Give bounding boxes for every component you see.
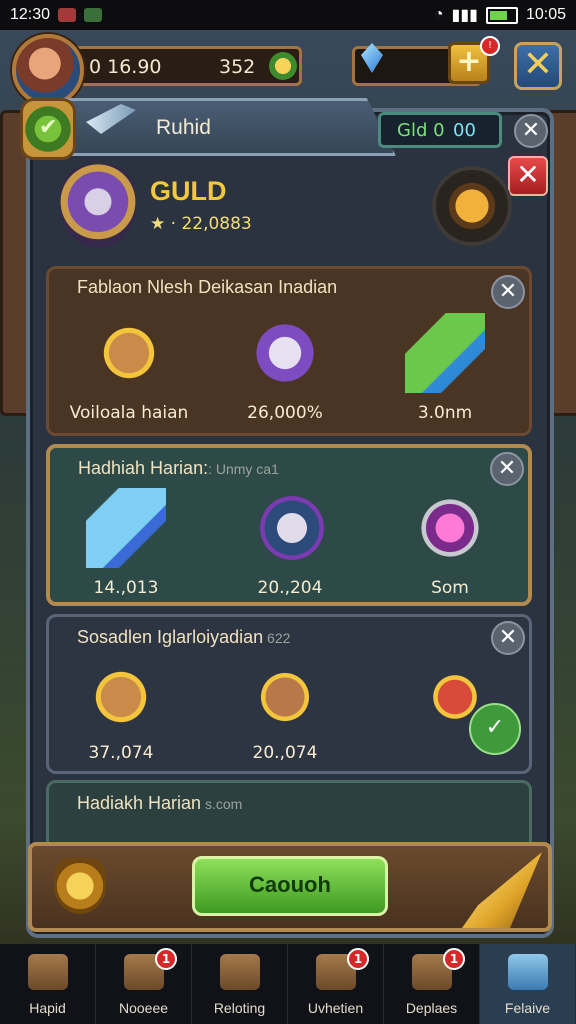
close-icon[interactable]: ✕ [514,42,562,90]
close-panel-button[interactable]: ✕ [514,114,548,148]
panel-title-tab [30,98,396,156]
reward-value: Voiloala haian [69,403,189,423]
reward-section-2: Hadhiah Harian:: Unmy ca1 ✕ 14.,013 20.,… [46,444,532,606]
reward-section-1: Fablaon Nlesh Deikasan Inadian ✕ Voiloal… [46,266,532,436]
reward-value: 20.,074 [252,743,318,763]
status-clock: 10:05 [525,6,566,23]
battery-icon [485,6,518,24]
plus-badge: ! [480,36,500,56]
resource-header: 0 16.90 352 + ! ✕ [0,30,576,106]
bottom-nav: Hapid 1 Nooeee Reloting 1 Uvhetien 1 Dep… [0,944,576,1024]
gem-icon [361,43,383,73]
crystal-icon[interactable] [86,488,166,568]
gold-value: 00 [453,120,476,141]
wizard-cat-icon[interactable] [252,488,332,568]
section-title: Hadhiah Harian:: Unmy ca1 [78,458,279,478]
fox-coin-icon[interactable] [81,657,161,737]
nav-item-guild[interactable]: Felaive [480,944,576,1024]
currency-b-value: 352 [219,56,256,78]
reward-value: 20.,204 [257,578,323,598]
nav-item-ranking[interactable]: Reloting [192,944,288,1024]
green-coin-icon [269,52,297,80]
nav-badge: 1 [347,948,369,970]
castle-icon [507,954,548,990]
panel-title: Ruhid [156,116,211,139]
nav-badge: 1 [155,948,177,970]
guild-stat: ★ · 22,0883 [150,214,252,234]
reward-value: 14.,013 [93,578,159,598]
fox-badge-icon[interactable] [245,657,325,737]
house-icon [27,954,68,990]
section-close-button[interactable]: ✕ [491,621,525,655]
close-red-button[interactable]: ✕ [508,156,548,196]
reward-section-4: Hadiakh Harian s.com [46,780,532,850]
section-title: Hadiakh Harian s.com [77,793,243,813]
currency-bar: 0 16.90 352 [70,46,302,86]
shield-icon [54,858,106,914]
nav-item-home[interactable]: Hapid [0,944,96,1024]
gem-frame-icon[interactable] [410,488,490,568]
potion-icon[interactable] [405,313,485,393]
guild-emblem-icon [60,164,136,248]
gold-counter: Gld 0 00 [378,112,502,148]
nav-item-deploy[interactable]: 1 Deplaes [384,944,480,1024]
trophy-icon [219,954,260,990]
app-icon [84,8,103,22]
notification-icon [58,8,77,22]
reward-value: 26,000% [247,403,323,423]
player-avatar[interactable] [12,34,84,106]
status-bar: 12:30 ◔ ▮▮▮ 10:05 [0,0,576,30]
nav-badge: 1 [443,948,465,970]
guild-name: GULD [150,176,227,206]
claim-button[interactable]: Caouoh [192,856,388,916]
reward-value: Som [431,578,469,598]
section-close-button[interactable]: ✕ [491,275,525,309]
cat-emblem-icon[interactable] [245,313,325,393]
section-title: Fablaon Nlesh Deikasan Inadian [77,277,338,297]
section-close-button[interactable]: ✕ [490,452,524,486]
gold-label: Gld 0 [397,120,445,141]
currency-a-value: 0 16.90 [89,56,162,78]
reward-value: 37.,074 [88,743,154,763]
wifi-icon: ◔ [433,6,444,23]
status-time: 12:30 [10,6,51,23]
reward-section-3: Sosadlen Iglarloiyadian 622 ✕ ✓ 37.,074 … [46,614,532,774]
signal-icon: ▮▮▮ [451,7,478,24]
guild-badge-icon: ✔ [20,98,76,160]
chest-icon[interactable] [432,166,512,246]
nav-item-notices[interactable]: 1 Nooeee [96,944,192,1024]
confirm-button[interactable]: ✓ [469,703,521,755]
reward-value: 3.0nm [417,403,473,423]
fox-coin-icon[interactable] [89,313,169,393]
nav-item-collection[interactable]: 1 Uvhetien [288,944,384,1024]
section-title: Sosadlen Iglarloiyadian 622 [77,627,291,647]
